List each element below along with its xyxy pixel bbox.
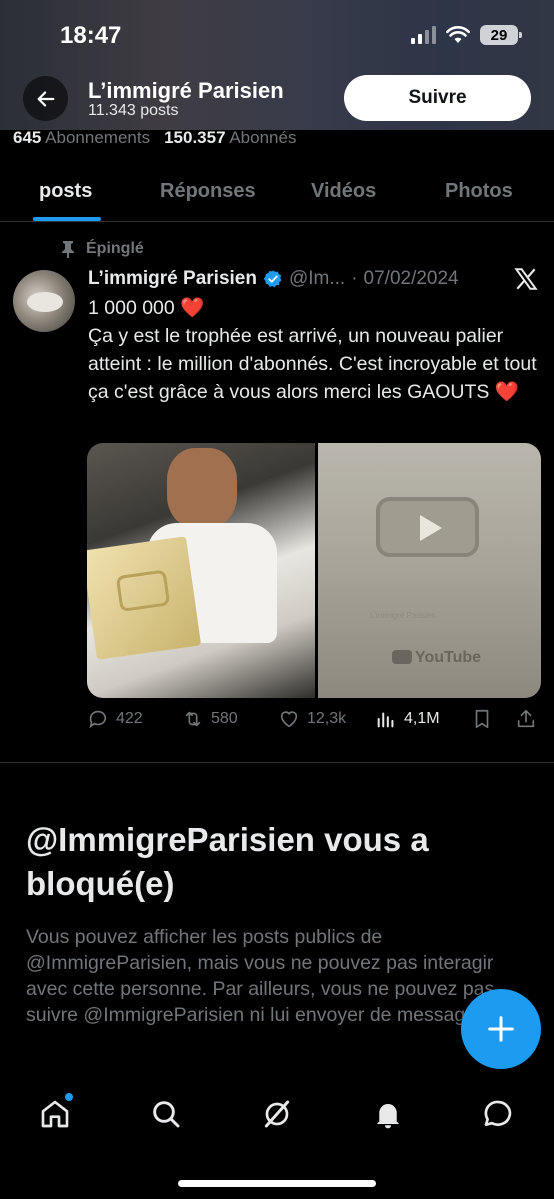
back-button[interactable] bbox=[23, 76, 68, 121]
heart-icon bbox=[280, 711, 298, 728]
nav-home[interactable] bbox=[37, 1093, 73, 1132]
plaque-caption: L'immigré Parisien bbox=[370, 611, 436, 620]
post-count: 11.343 posts bbox=[88, 102, 179, 119]
x-logo-button[interactable] bbox=[513, 266, 539, 297]
section-divider bbox=[0, 762, 554, 763]
home-notification-dot bbox=[65, 1093, 73, 1101]
media-photo-play-button-closeup[interactable]: L'immigré Parisien YouTube bbox=[318, 443, 541, 698]
repost-button[interactable]: 580 bbox=[182, 708, 238, 730]
reply-button[interactable]: 422 bbox=[87, 708, 143, 730]
tab-posts[interactable]: posts bbox=[39, 180, 92, 203]
search-icon bbox=[153, 1101, 180, 1128]
compose-button[interactable] bbox=[461, 989, 541, 1069]
plus-icon bbox=[488, 1016, 514, 1042]
nav-messages[interactable] bbox=[480, 1096, 516, 1132]
nav-grok[interactable] bbox=[259, 1096, 295, 1132]
meta-separator: · bbox=[351, 268, 358, 289]
reply-icon bbox=[89, 710, 107, 729]
tweet-text: 1 000 000 ❤️ Ça y est le trophée est arr… bbox=[88, 294, 548, 406]
status-bar: 18:47 29 bbox=[0, 0, 554, 72]
heart-emoji: ❤️ bbox=[180, 297, 205, 319]
blocked-title: @ImmigreParisien vous a bloqué(e) bbox=[26, 821, 429, 902]
following-count: 645 bbox=[13, 128, 42, 147]
tweet-actions: 422 580 12,3k 4,1M bbox=[87, 708, 547, 738]
gold-play-button-plaque bbox=[87, 536, 202, 660]
verified-badge-icon bbox=[263, 270, 282, 288]
youtube-logo: YouTube bbox=[392, 649, 481, 667]
views-icon bbox=[377, 712, 394, 728]
followers-link[interactable]: 150.357 Abonnés bbox=[164, 128, 296, 147]
like-button[interactable]: 12,3k bbox=[278, 708, 346, 730]
home-icon bbox=[41, 1100, 69, 1128]
bell-icon bbox=[376, 1104, 400, 1129]
tweet-handle[interactable]: @Im... bbox=[289, 268, 345, 290]
follow-counts: 645 Abonnements 150.357 Abonnés bbox=[13, 128, 296, 148]
follow-button[interactable]: Suivre bbox=[344, 75, 531, 121]
tweet-date[interactable]: 07/02/2024 bbox=[364, 268, 459, 290]
following-link[interactable]: 645 Abonnements bbox=[13, 128, 150, 147]
profile-name: L’immigré Parisien bbox=[88, 78, 284, 103]
like-count: 12,3k bbox=[307, 710, 347, 727]
profile-tabs: posts Réponses Vidéos Photos bbox=[0, 170, 554, 222]
followers-label: Abonnés bbox=[229, 128, 297, 147]
grok-icon bbox=[264, 1100, 290, 1128]
wifi-icon bbox=[446, 26, 470, 43]
tab-photos[interactable]: Photos bbox=[445, 180, 513, 203]
share-icon bbox=[517, 709, 535, 728]
x-logo-icon bbox=[514, 268, 538, 290]
views-count: 4,1M bbox=[404, 710, 440, 727]
profile-topbar: L’immigré Parisien 11.343 posts Suivre bbox=[0, 74, 554, 124]
tweet-line-2: Ça y est le trophée est arrivé, un nouve… bbox=[88, 325, 543, 403]
share-button[interactable] bbox=[515, 708, 537, 730]
messages-icon bbox=[484, 1100, 512, 1126]
nav-notifications[interactable] bbox=[370, 1096, 406, 1132]
cellular-signal-icon bbox=[411, 26, 436, 44]
photo-person bbox=[167, 448, 237, 528]
nav-search[interactable] bbox=[148, 1096, 184, 1132]
pinned-text: Épinglé bbox=[86, 240, 144, 257]
following-label: Abonnements bbox=[45, 128, 151, 147]
media-photo-person-with-play-button[interactable] bbox=[87, 443, 315, 698]
tweet-media[interactable]: L'immigré Parisien YouTube bbox=[87, 443, 541, 698]
repost-icon bbox=[185, 711, 201, 727]
blocked-description: Vous pouvez afficher les posts publics d… bbox=[26, 926, 495, 1026]
bookmark-button[interactable] bbox=[471, 708, 493, 730]
active-tab-indicator bbox=[33, 217, 101, 221]
home-indicator[interactable] bbox=[178, 1180, 376, 1187]
tweet-header: L’immigré Parisien @Im... · 07/02/2024 bbox=[88, 268, 459, 290]
tweet-line-1: 1 000 000 ❤️ bbox=[88, 297, 205, 319]
battery-indicator: 29 bbox=[480, 25, 522, 45]
status-time: 18:47 bbox=[60, 22, 122, 49]
repost-count: 580 bbox=[211, 710, 238, 727]
status-icons: 29 bbox=[411, 25, 522, 45]
arrow-left-icon bbox=[37, 90, 54, 107]
followers-count: 150.357 bbox=[164, 128, 226, 147]
play-button-emblem bbox=[376, 497, 479, 557]
pinned-label: Épinglé bbox=[60, 240, 144, 258]
reply-count: 422 bbox=[116, 710, 143, 727]
tab-videos[interactable]: Vidéos bbox=[311, 180, 376, 203]
heart-emoji: ❤️ bbox=[494, 381, 520, 403]
bookmark-icon bbox=[475, 709, 489, 729]
tweet-author-name[interactable]: L’immigré Parisien bbox=[88, 268, 257, 290]
views-button[interactable]: 4,1M bbox=[375, 708, 440, 730]
author-avatar[interactable] bbox=[13, 270, 75, 332]
pin-icon bbox=[62, 241, 74, 258]
tab-replies[interactable]: Réponses bbox=[160, 180, 256, 203]
